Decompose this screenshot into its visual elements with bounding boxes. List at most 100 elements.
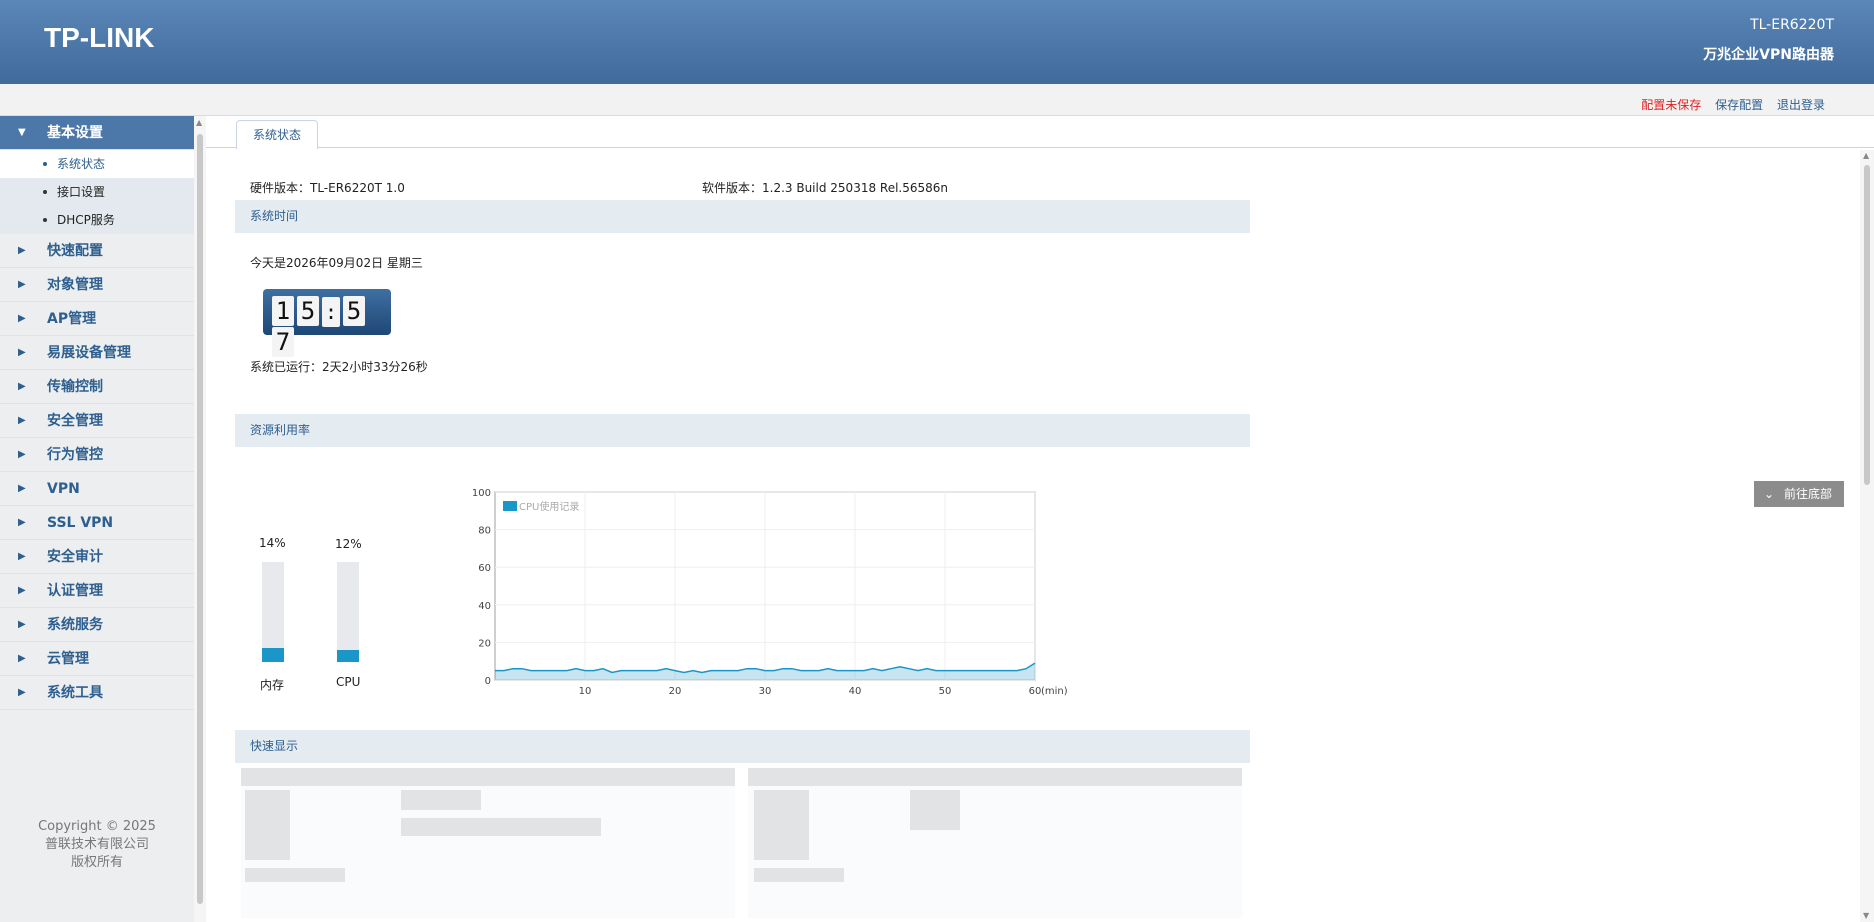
blurred-content [401,790,481,810]
cpu-history-chart: 02040608010010 20 30 40 50 60 (min)CPU使用记录 [472,488,1068,697]
section-quick-display: 快速显示 [235,730,1250,763]
legend-swatch [503,501,517,511]
sidebar-item-label: AP管理 [47,311,97,327]
sidebar-item-system-services[interactable]: ▶ 系统服务 [0,608,194,642]
clock-digit: 7 [272,327,294,357]
blurred-content [245,868,345,882]
scroll-up-icon[interactable]: ▲ [196,118,202,127]
go-to-bottom-label: 前往底部 [1784,487,1833,501]
chevron-right-icon: ▶ [18,653,26,664]
sidebar-item-label: 云管理 [47,651,89,667]
chevron-right-icon: ▶ [18,313,26,324]
sidebar-scroll-thumb[interactable] [197,134,203,904]
sidebar-item-label: 系统工具 [47,685,103,701]
sidebar-item-label: 安全管理 [47,413,103,429]
x-axis-unit: (min) [1041,686,1068,697]
section-resource-usage: 资源利用率 [235,414,1250,447]
go-to-bottom-button[interactable]: ⌄ 前往底部 [1754,481,1844,507]
chevron-right-icon: ▶ [18,449,26,460]
chevron-right-icon: ▶ [18,381,26,392]
main-scroll-thumb[interactable] [1864,165,1870,485]
sidebar: ▼ 基本设置 系统状态 接口设置 DHCP服务 ▶ 快速配置 ▶ 对象管理 ▶ AP管… [0,116,194,922]
digital-clock: 1 5:57 [263,289,391,357]
x-tick-label: 50 [939,686,952,697]
hardware-version: 硬件版本：TL-ER6220T 1.0 [250,181,405,195]
sidebar-item-cloud-management[interactable]: ▶ 云管理 [0,642,194,676]
sidebar-item-label: 行为管控 [47,447,103,463]
sidebar-item-label: 对象管理 [47,277,103,293]
sidebar-scrollbar[interactable]: ▲ [194,116,206,922]
software-version: 软件版本：1.2.3 Build 250318 Rel.56586n [702,181,949,195]
sidebar-item-security-management[interactable]: ▶ 安全管理 [0,404,194,438]
scroll-down-icon[interactable]: ▼ [1863,911,1869,920]
copyright-company: 普联技术有限公司 [44,837,149,852]
uptime: 系统已运行：2天2小时33分26秒 [250,360,428,374]
y-tick-label: 100 [472,488,491,499]
copyright-line: Copyright © 2025 [38,819,156,834]
app-header: TP-LINK TL-ER6220T 万兆企业VPN路由器 [0,0,1874,84]
chevron-right-icon: ▶ [18,347,26,358]
chevron-right-icon: ▶ [18,687,26,698]
quick-panel-left [241,768,735,918]
config-unsaved-indicator: 配置未保存 [1641,98,1702,112]
sidebar-item-auth-management[interactable]: ▶ 认证管理 [0,574,194,608]
sidebar-item-label: 传输控制 [47,379,103,395]
chevron-down-icon: ▼ [18,127,26,138]
device-model: TL-ER6220T [1750,17,1834,33]
blurred-content [910,790,960,830]
chevron-right-icon: ▶ [18,551,26,562]
sidebar-item-label: 易展设备管理 [47,345,131,361]
sidebar-item-security-audit[interactable]: ▶ 安全审计 [0,540,194,574]
y-tick-label: 0 [485,676,491,687]
sidebar-item-easy-expand[interactable]: ▶ 易展设备管理 [0,336,194,370]
chevron-right-icon: ▶ [18,279,26,290]
sidebar-item-label: 快速配置 [47,243,103,259]
today-date: 今天是2026年09月02日 星期三 [250,256,423,270]
chevron-right-icon: ▶ [18,483,26,494]
sidebar-item-label: 认证管理 [47,583,103,599]
sidebar-item-transmission-control[interactable]: ▶ 传输控制 [0,370,194,404]
sidebar-item-label: VPN [47,481,80,497]
y-tick-label: 80 [478,526,491,537]
sidebar-item-label: 安全审计 [47,549,103,565]
sidebar-item-label: 基本设置 [47,125,103,141]
chevron-right-icon: ▶ [18,619,26,630]
scroll-up-icon[interactable]: ▲ [1863,151,1869,160]
sidebar-item-quick-config[interactable]: ▶ 快速配置 [0,234,194,268]
device-subtitle: 万兆企业VPN路由器 [1703,47,1834,63]
sidebar-subitem-interface-settings[interactable]: 接口设置 [0,178,194,206]
sidebar-subitem-dhcp-service[interactable]: DHCP服务 [0,206,194,234]
sidebar-item-ap-management[interactable]: ▶ AP管理 [0,302,194,336]
chevron-right-icon: ▶ [18,585,26,596]
y-tick-label: 40 [478,601,491,612]
sidebar-item-object-management[interactable]: ▶ 对象管理 [0,268,194,302]
chevron-right-icon: ▶ [18,517,26,528]
sidebar-item-ssl-vpn[interactable]: ▶ SSL VPN [0,506,194,540]
blurred-content [401,818,601,836]
x-tick-label: 30 [759,686,772,697]
clock-colon: : [322,297,340,327]
x-tick-label: 10 [579,686,592,697]
clock-digit: 5 [343,296,365,326]
x-tick-label: 40 [849,686,862,697]
save-config-link[interactable]: 保存配置 [1715,98,1763,112]
sidebar-subitem-system-status[interactable]: 系统状态 [0,150,194,178]
x-tick-label: 60 [1029,686,1042,697]
clock-digit: 1 [272,296,294,326]
logout-link[interactable]: 退出登录 [1777,98,1825,112]
tab-system-status[interactable]: 系统状态 [236,120,319,149]
sidebar-item-vpn[interactable]: ▶ VPN [0,472,194,506]
blurred-header [241,768,735,786]
main-scrollbar[interactable]: ▲ ▼ [1860,150,1874,922]
blurred-content [754,868,844,882]
sidebar-item-basic-settings[interactable]: ▼ 基本设置 [0,116,194,150]
y-tick-label: 20 [478,638,491,649]
legend-label: CPU使用记录 [519,500,579,513]
sidebar-item-label: SSL VPN [47,515,114,531]
sidebar-item-behavior-control[interactable]: ▶ 行为管控 [0,438,194,472]
sidebar-item-system-tools[interactable]: ▶ 系统工具 [0,676,194,710]
copyright-notice: Copyright © 2025 普联技术有限公司 版权所有 [0,818,194,872]
blurred-content [754,790,809,860]
x-tick-label: 20 [669,686,682,697]
chevron-down-icon: ⌄ [1764,487,1775,501]
